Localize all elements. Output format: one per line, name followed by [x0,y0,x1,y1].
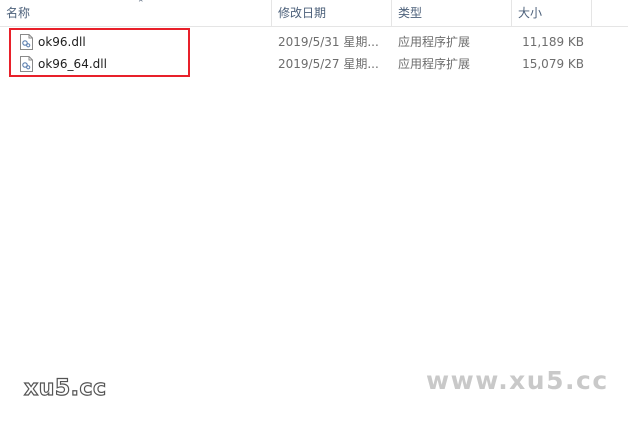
column-header-name[interactable]: 名称 [0,0,272,26]
watermark-left: xu5.cc [23,375,107,401]
sort-ascending-icon: ⌃ [137,0,145,9]
column-header-bar: 名称 ⌃ 修改日期 类型 大小 [0,0,628,27]
column-header-date-label: 修改日期 [278,6,327,20]
column-header-name-label: 名称 [6,6,31,20]
file-date: 2019/5/27 星期... [278,57,379,71]
column-header-type-label: 类型 [398,6,423,20]
column-header-type[interactable]: 类型 [392,0,512,26]
column-divider[interactable] [591,0,592,26]
file-size: 15,079 KB [522,57,584,71]
file-date: 2019/5/31 星期... [278,35,379,49]
file-type: 应用程序扩展 [398,57,471,71]
column-header-date[interactable]: 修改日期 [272,0,392,26]
file-type: 应用程序扩展 [398,35,471,49]
file-size: 11,189 KB [522,35,584,49]
column-header-size[interactable]: 大小 [512,0,592,26]
watermark-right: www.xu5.cc [426,366,609,395]
column-header-size-label: 大小 [518,6,543,20]
highlight-box [9,28,190,77]
